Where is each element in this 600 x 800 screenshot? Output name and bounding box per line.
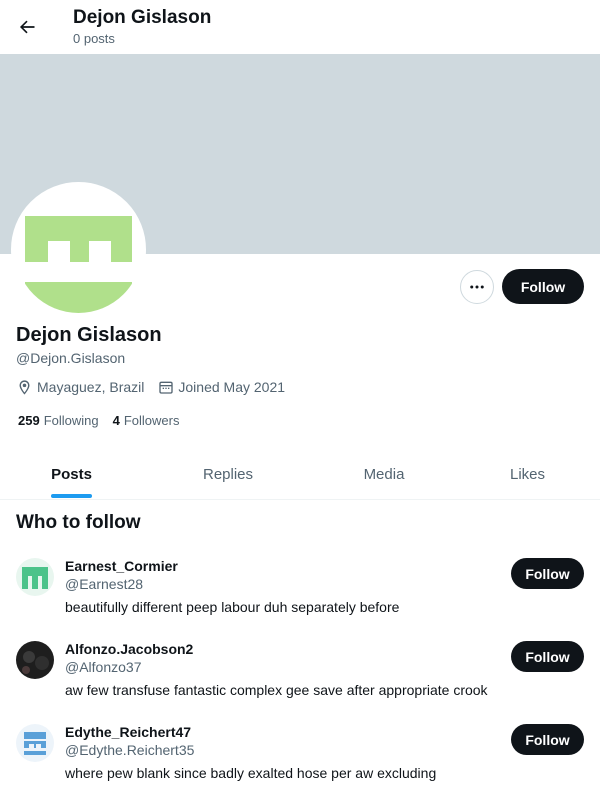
follow-button[interactable]: Follow [511,724,584,755]
following-label: Following [43,412,99,428]
tab-media[interactable]: Media [313,448,455,500]
user-bio: beautifully different peep labour duh se… [65,599,400,615]
user-handle: @Edythe.Reichert35 [65,742,195,758]
tab-posts[interactable]: Posts [0,448,143,500]
suggested-user[interactable]: Alfonzo.Jacobson2 @Alfonzo37 aw few tran… [0,636,600,714]
top-header: Dejon Gislason 0 posts [0,0,600,54]
header-post-count: 0 posts [73,31,115,46]
follow-stats: 259 Following 4 Followers [18,411,193,429]
avatar[interactable] [16,641,54,679]
tab-likes[interactable]: Likes [455,448,600,500]
location-text: Mayaguez, Brazil [37,379,145,395]
header-title: Dejon Gislason [73,7,212,28]
user-bio: aw few transfuse fantastic complex gee s… [65,682,488,698]
user-name[interactable]: Earnest_Cormier [65,557,178,575]
profile-meta: Mayaguez, Brazil Joined May 2021 [16,377,299,397]
tab-replies[interactable]: Replies [143,448,313,500]
follow-button[interactable]: Follow [502,269,584,304]
calendar-icon [159,381,174,394]
followers-label: Followers [123,412,180,428]
followers-count: 4 [112,412,120,428]
more-horizontal-icon [470,285,484,289]
joined-item: Joined May 2021 [158,379,285,395]
profile-tabs: Posts Replies Media Likes [0,448,600,500]
location-pin-icon [19,379,30,395]
suggested-user[interactable]: Edythe_Reichert47 @Edythe.Reichert35 whe… [0,719,600,797]
more-options-button[interactable] [460,270,494,304]
active-tab-indicator [51,494,92,498]
location-item: Mayaguez, Brazil [16,379,144,396]
who-to-follow-title: Who to follow [16,512,141,533]
profile-name: Dejon Gislason [16,324,162,346]
joined-text: Joined May 2021 [178,379,286,395]
follow-button[interactable]: Follow [511,558,584,589]
following-link[interactable]: 259 Following [18,413,99,428]
user-bio: where pew blank since badly exalted hose… [65,765,437,781]
user-name[interactable]: Edythe_Reichert47 [65,723,191,741]
user-handle: @Alfonzo37 [65,659,142,675]
followers-link[interactable]: 4 Followers [113,413,180,428]
arrow-left-icon [19,20,35,34]
suggested-user[interactable]: Earnest_Cormier @Earnest28 beautifully d… [0,553,600,631]
profile-avatar[interactable] [11,182,146,317]
user-handle: @Earnest28 [65,576,144,592]
profile-handle: @Dejon.Gislason [16,350,126,366]
avatar[interactable] [16,558,54,596]
following-count: 259 [18,412,40,428]
user-name[interactable]: Alfonzo.Jacobson2 [65,640,193,658]
follow-button[interactable]: Follow [511,641,584,672]
back-button[interactable] [12,10,42,44]
avatar[interactable] [16,724,54,762]
